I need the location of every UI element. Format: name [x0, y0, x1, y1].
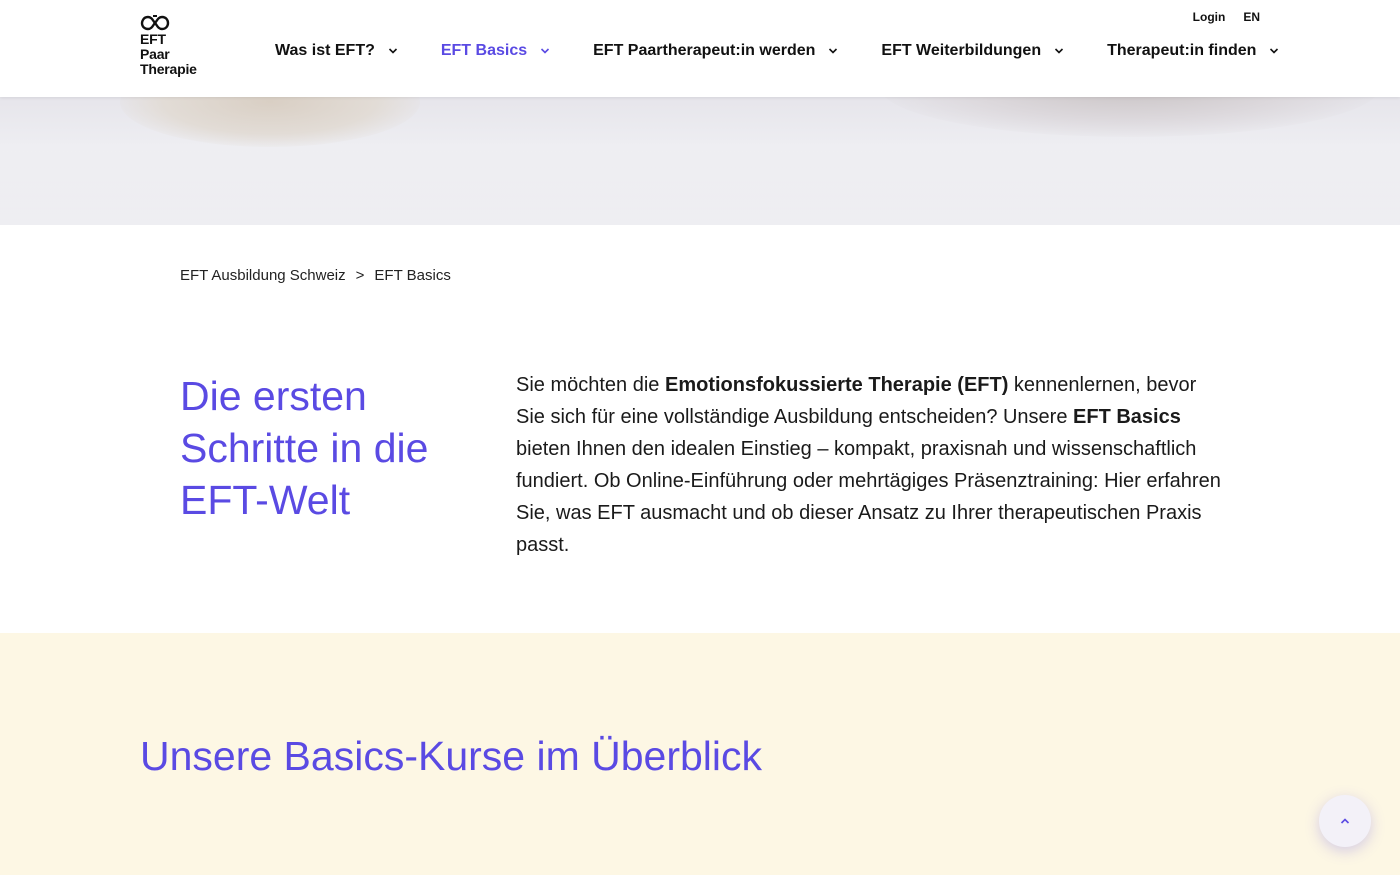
breadcrumb-parent[interactable]: EFT Ausbildung Schweiz — [180, 267, 346, 284]
chevron-down-icon — [388, 48, 397, 54]
intro-paragraph: Sie möchten die Emotionsfokussierte Ther… — [516, 369, 1226, 561]
nav-item-label: Therapeut:in finden — [1107, 42, 1257, 59]
nav-item-therapeut-finden[interactable]: Therapeut:in finden — [1107, 42, 1280, 60]
chevron-down-icon — [829, 48, 838, 54]
intro-text-part: Sie möchten die — [516, 374, 665, 396]
site-logo[interactable]: EFT Paar Therapie — [140, 14, 210, 84]
courses-overview-section: Unsere Basics-Kurse im Überblick — [0, 633, 1400, 875]
nav-item-was-ist-eft[interactable]: Was ist EFT? — [275, 42, 399, 60]
logo-line-1: EFT — [140, 31, 166, 47]
site-header: EFT Paar Therapie Login EN Was ist EFT? … — [0, 0, 1400, 97]
hero-image-detail — [880, 97, 1380, 137]
chevron-down-icon — [1055, 48, 1064, 54]
intro-text-bold: EFT Basics — [1073, 406, 1181, 428]
back-to-top-button[interactable] — [1319, 795, 1371, 847]
breadcrumb-separator: > — [355, 267, 365, 284]
utility-nav: Login EN — [1193, 10, 1260, 24]
breadcrumb-current: EFT Basics — [374, 267, 451, 284]
intro-text-part: bieten Ihnen den idealen Einstieg – komp… — [516, 438, 1221, 556]
nav-item-label: EFT Weiterbildungen — [881, 42, 1042, 59]
chevron-down-icon — [541, 48, 550, 54]
language-switch[interactable]: EN — [1243, 10, 1260, 24]
login-link[interactable]: Login — [1193, 10, 1226, 24]
logo-line-2: Paar — [140, 46, 170, 62]
nav-item-label: Was ist EFT? — [275, 42, 375, 59]
nav-item-weiterbildungen[interactable]: EFT Weiterbildungen — [881, 42, 1065, 60]
hero-image-detail — [0, 137, 1400, 225]
nav-item-label: EFT Paartherapeut:in werden — [593, 42, 816, 59]
chevron-up-icon — [1340, 818, 1350, 824]
nav-item-paartherapeut-werden[interactable]: EFT Paartherapeut:in werden — [593, 42, 839, 60]
main-nav: Was ist EFT? EFT Basics EFT Paartherapeu… — [275, 42, 1280, 60]
chevron-down-icon — [1270, 48, 1279, 54]
nav-item-eft-basics[interactable]: EFT Basics — [441, 42, 551, 60]
logo-line-3: Therapie — [140, 61, 197, 77]
infinity-logo-icon — [140, 15, 170, 31]
page-title: Die ersten Schritte in die EFT-Welt — [180, 373, 429, 523]
hero-image — [0, 97, 1400, 225]
intro-text-bold: Emotionsfokussierte Therapie (EFT) — [664, 374, 1009, 396]
section-heading: Unsere Basics-Kurse im Überblick — [140, 733, 763, 779]
nav-item-label: EFT Basics — [440, 42, 528, 59]
breadcrumb: EFT Ausbildung Schweiz > EFT Basics — [180, 267, 451, 284]
